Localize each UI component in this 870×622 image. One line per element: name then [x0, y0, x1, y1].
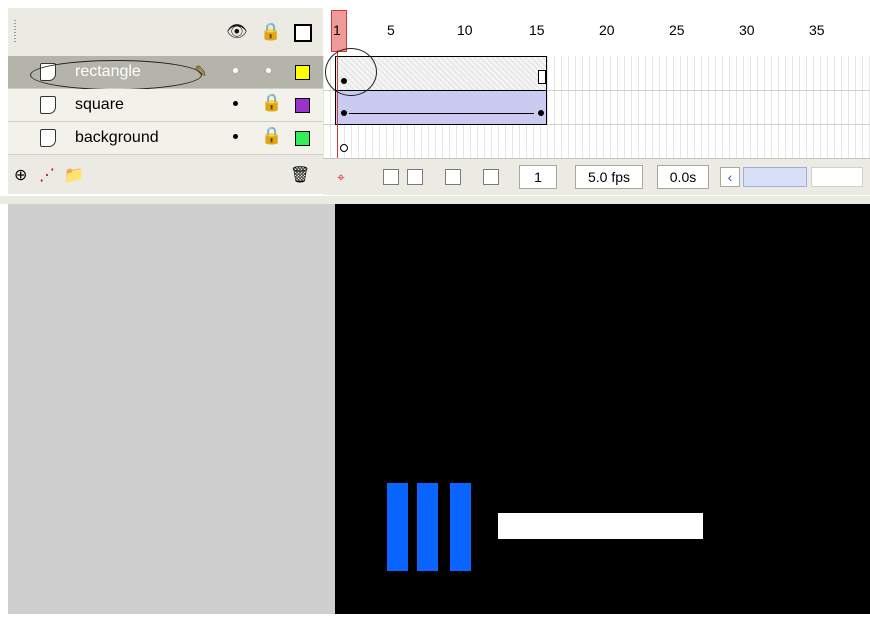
- lock-dot[interactable]: [266, 68, 271, 73]
- blue-bar[interactable]: [417, 483, 438, 571]
- blue-bar[interactable]: [387, 483, 408, 571]
- layer-name: square: [75, 96, 124, 113]
- layer-page-icon: [40, 96, 56, 114]
- tween-span[interactable]: [335, 90, 547, 125]
- highlight-ellipse: [30, 60, 202, 90]
- panel-divider[interactable]: [0, 196, 870, 204]
- ruler-label: 1: [333, 22, 341, 38]
- frame-rate-field[interactable]: 5.0 fps: [575, 165, 643, 189]
- keyframe[interactable]: [538, 110, 544, 116]
- scrollbar-track[interactable]: [811, 167, 863, 187]
- frames-footer: ⌖ 1 5.0 fps 0.0s ‹: [323, 158, 870, 195]
- onion-skin-icon[interactable]: [383, 169, 399, 185]
- layer-color-swatch[interactable]: [295, 65, 310, 80]
- ruler-label: 35: [809, 22, 825, 38]
- eye-icon[interactable]: 👁: [226, 22, 248, 42]
- bottom-strip: [0, 614, 870, 622]
- layer-row-rectangle[interactable]: rectangle ✎: [8, 56, 323, 90]
- frame-ruler[interactable]: 1 5 10 15 20 25 30 35: [323, 8, 870, 57]
- visible-dot[interactable]: [233, 68, 238, 73]
- frame-row-square[interactable]: [323, 90, 870, 125]
- frame-row-background[interactable]: [323, 124, 870, 159]
- timeline-panel: 👁 🔒 rectangle ✎ square 🔒 background 🔒 ⊕ …: [8, 8, 870, 195]
- outline-icon[interactable]: [294, 24, 312, 42]
- layer-page-icon: [40, 129, 56, 147]
- modify-markers-icon[interactable]: [483, 169, 499, 185]
- pasteboard-area: [8, 204, 335, 614]
- blue-bar[interactable]: [450, 483, 471, 571]
- visible-dot[interactable]: [233, 101, 238, 106]
- empty-keyframe[interactable]: [340, 144, 348, 152]
- panel-grip[interactable]: [14, 20, 16, 42]
- scroll-left-arrow[interactable]: ‹: [720, 167, 740, 187]
- layer-row-square[interactable]: square 🔒: [8, 89, 323, 122]
- current-frame-field[interactable]: 1: [519, 165, 557, 189]
- layer-row-background[interactable]: background 🔒: [8, 122, 323, 155]
- visible-dot[interactable]: [233, 134, 238, 139]
- ruler-label: 15: [529, 22, 545, 38]
- onion-outlines-icon[interactable]: [407, 169, 423, 185]
- trash-icon[interactable]: 🗑: [290, 165, 310, 185]
- stage-canvas[interactable]: [335, 204, 870, 614]
- frames-pane: 1 5 10 15 20 25 30 35 ⌖ 1 5.0 fps 0.0s ‹: [323, 8, 870, 195]
- frame-grid[interactable]: [323, 56, 870, 159]
- keyframe[interactable]: [341, 110, 347, 116]
- ruler-label: 30: [739, 22, 755, 38]
- add-motion-guide-icon[interactable]: ⋰: [39, 165, 55, 185]
- ruler-label: 25: [669, 22, 685, 38]
- edit-multiple-icon[interactable]: [445, 169, 461, 185]
- scrollbar-thumb[interactable]: [743, 167, 807, 187]
- white-rectangle[interactable]: [498, 513, 703, 539]
- layer-color-swatch[interactable]: [295, 131, 310, 146]
- highlight-ellipse: [325, 48, 377, 96]
- layer-color-swatch[interactable]: [295, 98, 310, 113]
- lock-icon[interactable]: 🔒: [261, 93, 282, 113]
- layers-pane: 👁 🔒 rectangle ✎ square 🔒 background 🔒 ⊕ …: [8, 8, 323, 194]
- elapsed-time-field[interactable]: 0.0s: [657, 165, 709, 189]
- layers-footer: ⊕ ⋰ 📁 🗑: [8, 158, 323, 194]
- end-frame[interactable]: [538, 70, 546, 84]
- frame-row-rectangle[interactable]: [323, 56, 870, 91]
- layer-name: background: [75, 129, 159, 146]
- insert-layer-icon[interactable]: ⊕: [14, 165, 27, 185]
- ruler-label: 5: [387, 22, 395, 38]
- center-frame-icon[interactable]: ⌖: [337, 169, 351, 185]
- lock-icon[interactable]: 🔒: [261, 126, 282, 146]
- ruler-label: 10: [457, 22, 473, 38]
- insert-folder-icon[interactable]: 📁: [64, 165, 84, 185]
- lock-icon[interactable]: 🔒: [260, 22, 281, 42]
- pencil-icon: ✎: [194, 64, 208, 81]
- tween-arrow: [349, 113, 534, 114]
- ruler-label: 20: [599, 22, 615, 38]
- layers-header: 👁 🔒: [8, 8, 323, 57]
